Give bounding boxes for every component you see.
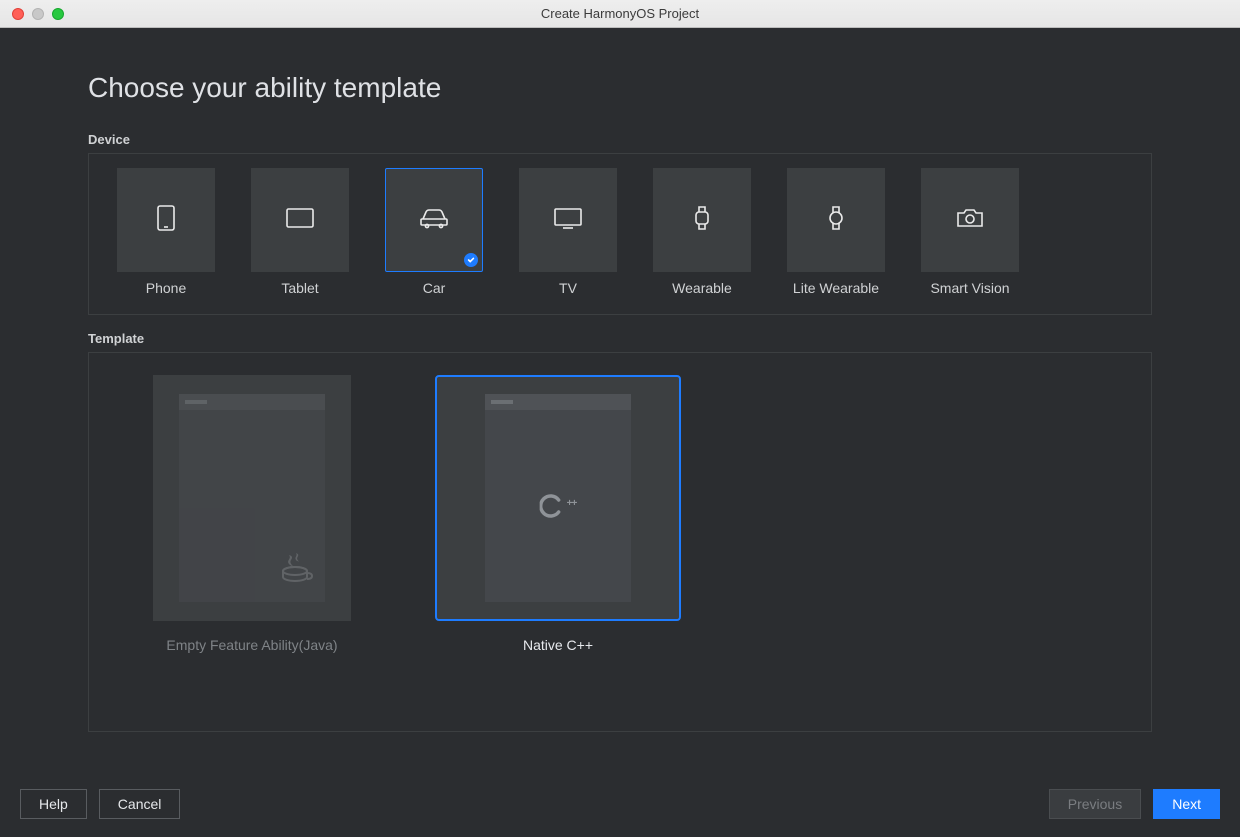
camera-icon: [956, 207, 984, 234]
device-section-label: Device: [88, 132, 1152, 147]
minimize-window-button[interactable]: [32, 8, 44, 20]
device-label-tv: TV: [559, 280, 577, 296]
cancel-button[interactable]: Cancel: [99, 789, 181, 819]
help-button[interactable]: Help: [20, 789, 87, 819]
next-button[interactable]: Next: [1153, 789, 1220, 819]
device-card-tablet[interactable]: [251, 168, 349, 272]
device-label-car: Car: [423, 280, 446, 296]
close-window-button[interactable]: [12, 8, 24, 20]
device-card-lite-wearable[interactable]: [787, 168, 885, 272]
window-titlebar: Create HarmonyOS Project: [0, 0, 1240, 28]
template-card-empty-java[interactable]: [153, 375, 351, 621]
template-item-empty-java: Empty Feature Ability(Java): [129, 375, 375, 691]
device-card-smart-vision[interactable]: [921, 168, 1019, 272]
device-label-phone: Phone: [146, 280, 186, 296]
device-item-car: Car: [385, 168, 483, 296]
template-label-native-cpp: Native C++: [523, 637, 593, 653]
java-icon: [273, 545, 317, 594]
tv-icon: [553, 207, 583, 234]
device-item-phone: Phone: [117, 168, 215, 296]
device-card-car[interactable]: [385, 168, 483, 272]
tablet-icon: [286, 208, 314, 233]
car-icon: [419, 207, 449, 234]
cpp-icon: ++: [540, 493, 577, 519]
lite-watch-icon: [826, 205, 846, 236]
device-item-tv: TV: [519, 168, 617, 296]
page-title: Choose your ability template: [88, 72, 1152, 104]
template-preview-native-cpp: ++: [485, 394, 631, 602]
window-title: Create HarmonyOS Project: [0, 6, 1240, 21]
device-card-wearable[interactable]: [653, 168, 751, 272]
device-item-tablet: Tablet: [251, 168, 349, 296]
template-label-empty-java: Empty Feature Ability(Java): [166, 637, 337, 653]
template-section-label: Template: [88, 331, 1152, 346]
device-card-phone[interactable]: [117, 168, 215, 272]
device-card-tv[interactable]: [519, 168, 617, 272]
device-label-smart-vision: Smart Vision: [930, 280, 1009, 296]
zoom-window-button[interactable]: [52, 8, 64, 20]
template-panel: Empty Feature Ability(Java) ++: [88, 352, 1152, 732]
template-preview-empty-java: [179, 394, 325, 602]
selected-check-icon: [464, 253, 478, 267]
device-item-lite-wearable: Lite Wearable: [787, 168, 885, 296]
template-card-native-cpp[interactable]: ++: [435, 375, 681, 621]
device-item-wearable: Wearable: [653, 168, 751, 296]
device-label-tablet: Tablet: [281, 280, 318, 296]
device-item-smart-vision: Smart Vision: [921, 168, 1019, 296]
watch-icon: [692, 205, 712, 236]
device-label-lite-wearable: Lite Wearable: [793, 280, 879, 296]
wizard-footer: Help Cancel Previous Next: [0, 771, 1240, 837]
device-label-wearable: Wearable: [672, 280, 732, 296]
phone-icon: [157, 205, 175, 236]
window-controls: [0, 8, 64, 20]
device-panel: Phone Tablet: [88, 153, 1152, 315]
previous-button: Previous: [1049, 789, 1141, 819]
wizard-content: Choose your ability template Device Phon…: [0, 28, 1240, 837]
template-item-native-cpp: ++ Native C++: [435, 375, 681, 691]
